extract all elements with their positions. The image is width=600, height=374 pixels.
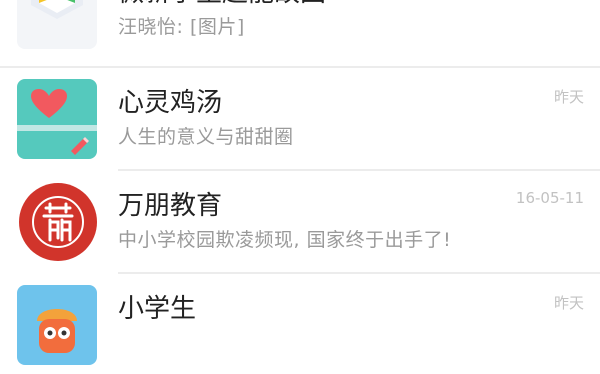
- chat-preview: 人生的意义与甜甜圈: [118, 126, 294, 148]
- chat-row[interactable]: 微新学生超能故国 汪晓怡: [图片]: [0, 0, 600, 58]
- chat-preview: 汪晓怡: [图片]: [118, 16, 245, 38]
- chat-title: 心灵鸡汤: [118, 88, 223, 118]
- chat-time: 昨天: [553, 88, 584, 106]
- chat-row[interactable]: 小学生 昨天: [0, 274, 600, 374]
- chat-time: 16-05-11: [515, 189, 584, 207]
- pupil-mascot-icon: [17, 285, 97, 365]
- chat-time: 昨天: [553, 294, 584, 312]
- chat-preview: 中小学校园欺凌频现, 国家终于出手了!: [118, 229, 452, 251]
- chat-list: 微新学生超能故国 汪晓怡: [图片] 心灵鸡汤 人生的意义与甜甜圈 昨天: [0, 0, 600, 374]
- chat-title: 微新学生超能故国: [118, 0, 326, 9]
- chat-row[interactable]: 万朋教育 中小学校园欺凌频现, 国家终于出手了! 16-05-11: [0, 171, 600, 271]
- heart-logo-icon: [17, 79, 97, 159]
- wanpeng-seal-logo-icon: [17, 182, 97, 262]
- teaching-app-logo-icon: [17, 0, 97, 49]
- chat-title: 万朋教育: [118, 191, 223, 221]
- chat-row[interactable]: 心灵鸡汤 人生的意义与甜甜圈 昨天: [0, 68, 600, 168]
- chat-title: 小学生: [118, 294, 197, 324]
